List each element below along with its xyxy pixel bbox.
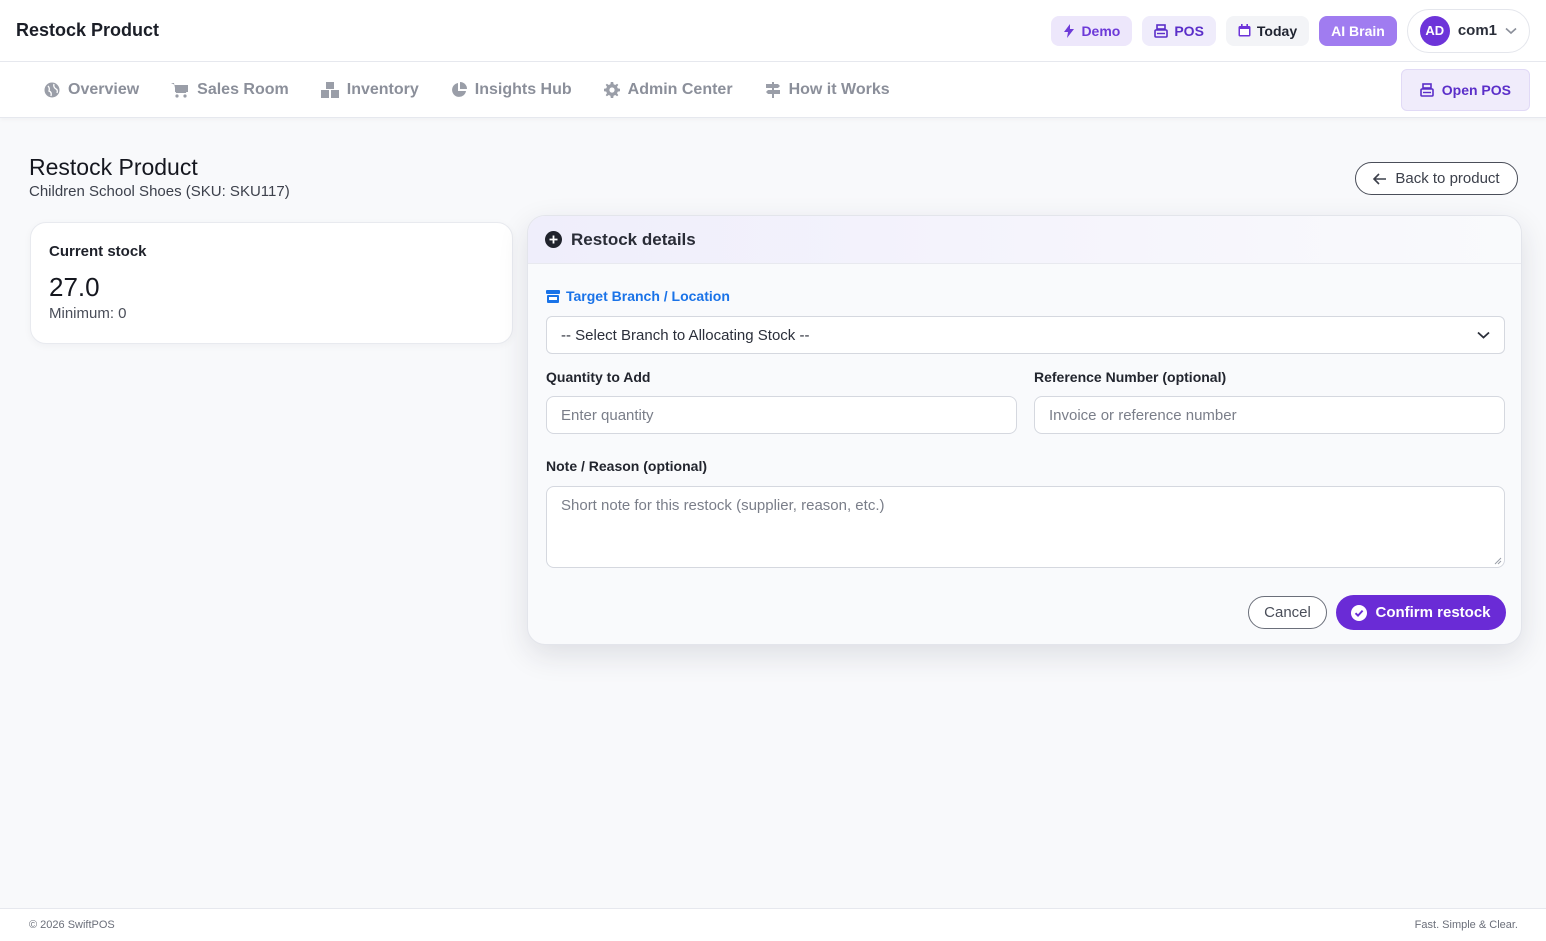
nav-label: Admin Center xyxy=(627,80,733,98)
nav-item-inventory[interactable]: Inventory xyxy=(305,70,435,110)
open-pos-button[interactable]: Open POS xyxy=(1400,68,1530,111)
stock-minimum: Minimum: 0 xyxy=(49,305,127,322)
confirm-label: Confirm restock xyxy=(1375,604,1491,621)
reference-input[interactable]: Invoice or reference number xyxy=(1034,396,1505,434)
current-stock-card: Current stock 27.0 Minimum: 0 xyxy=(30,222,513,344)
boxes-icon xyxy=(320,81,339,98)
chevron-down-icon xyxy=(1505,27,1517,34)
gear-icon xyxy=(603,81,620,98)
today-label: Today xyxy=(1256,22,1298,39)
ai-brain-label: AI Brain xyxy=(1331,22,1385,39)
nav-items: Overview Sales Room Inventory Insights H… xyxy=(28,70,1401,110)
calendar-icon xyxy=(1238,24,1251,37)
user-menu[interactable]: AD com1 xyxy=(1406,8,1530,53)
nav-item-admin-center[interactable]: Admin Center xyxy=(588,70,749,110)
nav-label: Overview xyxy=(68,80,140,98)
nav-item-sales-room[interactable]: Sales Room xyxy=(155,70,305,110)
demo-button[interactable]: Demo xyxy=(1051,15,1133,46)
check-circle-icon xyxy=(1351,604,1368,621)
footer-tagline: Fast. Simple & Clear. xyxy=(1414,919,1518,931)
panel-title: Restock details xyxy=(571,229,696,249)
nav-label: Insights Hub xyxy=(474,80,572,98)
pos-label: POS xyxy=(1174,22,1204,39)
branch-label: Target Branch / Location xyxy=(546,288,730,304)
resize-grip-icon[interactable] xyxy=(1494,557,1502,565)
today-button[interactable]: Today xyxy=(1225,15,1310,46)
top-actions: Demo POS Today AI Brain AD com1 xyxy=(1051,8,1530,53)
store-icon xyxy=(546,289,560,303)
branch-select[interactable]: -- Select Branch to Allocating Stock -- xyxy=(546,316,1505,354)
avatar: AD xyxy=(1419,15,1450,46)
nav-item-overview[interactable]: Overview xyxy=(28,70,155,110)
footer-copyright: © 2026 SwiftPOS xyxy=(29,919,115,931)
note-label: Note / Reason (optional) xyxy=(546,458,707,474)
top-bar: Restock Product Demo POS Today AI Brain … xyxy=(0,0,1546,62)
confirm-restock-button[interactable]: Confirm restock xyxy=(1336,595,1506,630)
user-name: com1 xyxy=(1457,22,1497,39)
quantity-input[interactable]: Enter quantity xyxy=(546,396,1017,434)
nav-label: Inventory xyxy=(346,80,419,98)
back-label: Back to product xyxy=(1395,170,1500,187)
plus-circle-icon xyxy=(545,231,562,248)
main-nav: Overview Sales Room Inventory Insights H… xyxy=(0,62,1546,118)
cancel-button[interactable]: Cancel xyxy=(1248,596,1327,629)
note-textarea[interactable]: Short note for this restock (supplier, r… xyxy=(546,486,1505,568)
nav-label: How it Works xyxy=(788,80,890,98)
nav-item-how-it-works[interactable]: How it Works xyxy=(749,70,906,110)
arrow-left-icon xyxy=(1373,172,1387,185)
pos-button[interactable]: POS xyxy=(1142,15,1216,46)
ai-brain-button[interactable]: AI Brain xyxy=(1319,15,1397,46)
page-subtitle: Children School Shoes (SKU: SKU117) xyxy=(29,183,290,200)
stock-value: 27.0 xyxy=(49,272,100,302)
reference-label: Reference Number (optional) xyxy=(1034,369,1227,385)
open-pos-label: Open POS xyxy=(1441,81,1511,98)
chevron-down-icon xyxy=(1477,331,1490,339)
quantity-placeholder: Enter quantity xyxy=(561,406,654,424)
register-icon xyxy=(1419,82,1434,97)
lightning-icon xyxy=(1064,23,1075,38)
page-title: Restock Product xyxy=(29,154,198,180)
branch-select-value: -- Select Branch to Allocating Stock -- xyxy=(561,326,810,344)
app-title: Restock Product xyxy=(16,20,160,40)
nav-label: Sales Room xyxy=(197,80,289,98)
demo-label: Demo xyxy=(1081,22,1121,39)
cancel-label: Cancel xyxy=(1264,604,1311,621)
stock-label: Current stock xyxy=(49,243,147,260)
quantity-label: Quantity to Add xyxy=(546,369,651,385)
back-to-product-button[interactable]: Back to product xyxy=(1355,162,1518,195)
branch-label-text: Target Branch / Location xyxy=(566,288,730,304)
register-icon xyxy=(1154,23,1169,38)
globe-icon xyxy=(44,82,60,97)
cart-icon xyxy=(171,82,189,98)
nav-item-insights-hub[interactable]: Insights Hub xyxy=(435,70,588,110)
pie-chart-icon xyxy=(451,81,467,97)
note-placeholder: Short note for this restock (supplier, r… xyxy=(561,497,885,514)
panel-header: Restock details xyxy=(528,216,1521,264)
reference-placeholder: Invoice or reference number xyxy=(1049,406,1237,424)
footer: © 2026 SwiftPOS Fast. Simple & Clear. xyxy=(0,908,1546,941)
restock-details-panel: Restock details Target Branch / Location… xyxy=(527,215,1522,645)
signpost-icon xyxy=(765,81,780,98)
